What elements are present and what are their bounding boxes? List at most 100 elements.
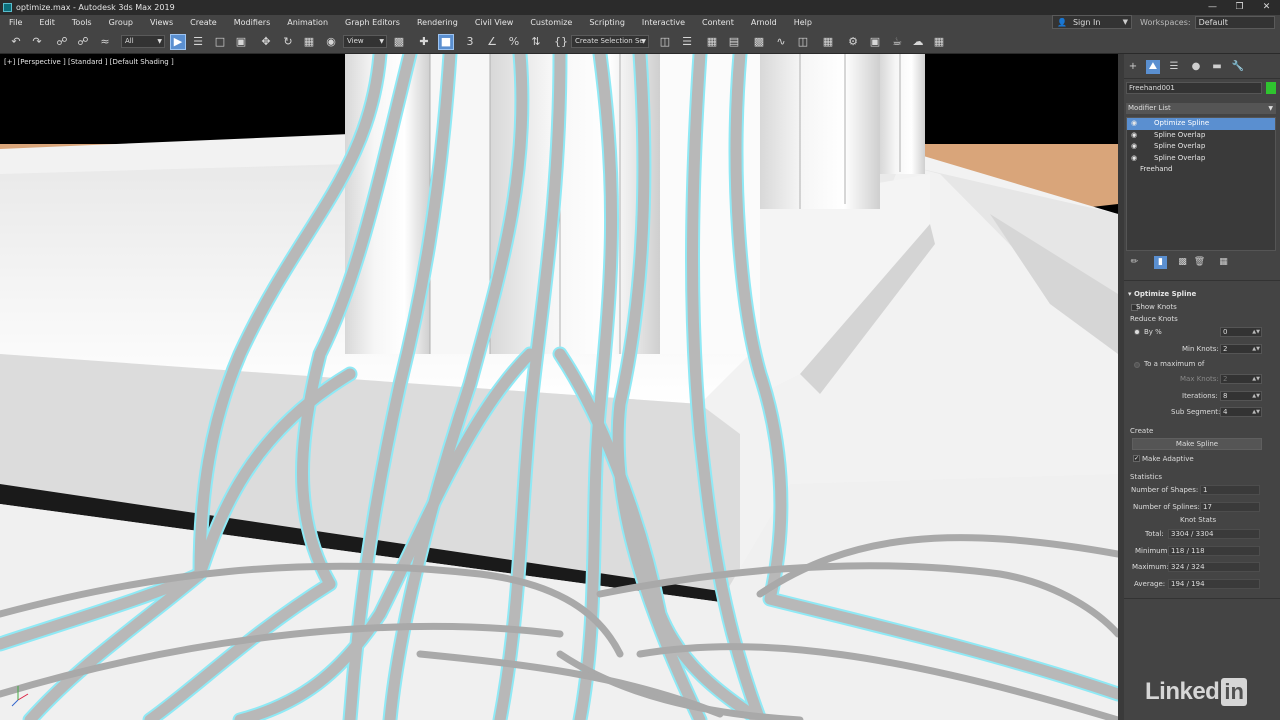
restore-button[interactable]: ❐ [1226, 0, 1253, 15]
stack-item-spline-overlap[interactable]: ◉ Spline Overlap [1127, 153, 1275, 165]
ribbon-toggle-icon[interactable]: ▩ [751, 34, 767, 50]
minimize-button[interactable]: — [1199, 0, 1226, 15]
spinner-arrows-icon[interactable]: ▲▼ [1252, 392, 1260, 400]
by-percent-spinner[interactable]: 0 ▲▼ [1220, 327, 1262, 337]
link-icon[interactable]: ☍ [54, 34, 70, 50]
schematic-view-icon[interactable]: ◫ [795, 34, 811, 50]
by-percent-radio[interactable] [1134, 329, 1140, 335]
render-production-icon[interactable]: ☕ [889, 34, 905, 50]
spinner-arrows-icon[interactable]: ▲▼ [1252, 375, 1260, 383]
rendered-frame-window-icon[interactable]: ▣ [867, 34, 883, 50]
eye-icon[interactable]: ◉ [1131, 130, 1141, 141]
sub-segment-spinner[interactable]: 4 ▲▼ [1220, 407, 1262, 417]
place-icon[interactable]: ◉ [323, 34, 339, 50]
rollout-optimize-spline[interactable]: ▾ Optimize Spline [1128, 290, 1196, 298]
hierarchy-tab-icon[interactable]: ☰ [1167, 60, 1181, 74]
select-object-icon[interactable]: ▶ [170, 34, 186, 50]
menu-modifiers[interactable]: Modifiers [225, 15, 279, 30]
min-knots-value: 2 [1223, 345, 1228, 353]
eye-icon[interactable]: ◉ [1131, 118, 1141, 129]
menu-create[interactable]: Create [181, 15, 225, 30]
spinner-arrows-icon[interactable]: ▲▼ [1252, 345, 1260, 353]
select-by-name-icon[interactable]: ☰ [190, 34, 206, 50]
eye-icon[interactable]: ◉ [1131, 141, 1141, 152]
show-end-result-icon[interactable]: ▮ [1154, 256, 1167, 269]
redo-icon[interactable]: ↷ [29, 34, 45, 50]
render-setup-icon[interactable]: ⚙ [845, 34, 861, 50]
stack-item-optimize-spline[interactable]: ◉ Optimize Spline [1127, 118, 1275, 130]
menu-scripting[interactable]: Scripting [580, 15, 633, 30]
select-manipulate-icon[interactable]: ✚ [416, 34, 432, 50]
make-spline-button[interactable]: Make Spline [1132, 438, 1262, 450]
menu-arnold[interactable]: Arnold [742, 15, 785, 30]
modifier-list-dropdown[interactable]: Modifier List ▼ [1126, 103, 1276, 114]
named-selection-select[interactable]: Create Selection Se ▼ [571, 35, 649, 48]
scene-explorer-icon[interactable]: ▦ [704, 34, 720, 50]
menu-views[interactable]: Views [141, 15, 181, 30]
modify-tab-icon[interactable]: ⛰ [1146, 60, 1160, 74]
menu-edit[interactable]: Edit [30, 15, 63, 30]
percent-snap-icon[interactable]: % [506, 34, 522, 50]
pin-stack-icon[interactable]: ✏ [1128, 256, 1141, 269]
max-knots-spinner[interactable]: 2 ▲▼ [1220, 374, 1262, 384]
object-color-swatch[interactable] [1266, 82, 1276, 94]
curve-editor-icon[interactable]: ∿ [773, 34, 789, 50]
menu-content[interactable]: Content [693, 15, 742, 30]
undo-icon[interactable]: ↶ [8, 34, 24, 50]
stack-item-spline-overlap[interactable]: ◉ Spline Overlap [1127, 130, 1275, 142]
scale-icon[interactable]: ▦ [301, 34, 317, 50]
menu-customize[interactable]: Customize [521, 15, 580, 30]
rectangular-selection-icon[interactable]: □ [212, 34, 228, 50]
snaps-toggle-icon[interactable]: 3 [462, 34, 478, 50]
menu-tools[interactable]: Tools [63, 15, 100, 30]
spinner-snap-icon[interactable]: ⇅ [528, 34, 544, 50]
workspaces-select[interactable]: Default [1194, 16, 1275, 29]
object-name-field[interactable]: Freehand001 [1126, 82, 1262, 94]
menu-animation[interactable]: Animation [278, 15, 336, 30]
angle-snap-icon[interactable]: ∠ [484, 34, 500, 50]
menu-group[interactable]: Group [100, 15, 141, 30]
remove-modifier-icon[interactable]: 🗑 [1193, 256, 1206, 269]
spinner-arrows-icon[interactable]: ▲▼ [1252, 408, 1260, 416]
unlink-icon[interactable]: ☍ [75, 34, 91, 50]
menu-interactive[interactable]: Interactive [633, 15, 693, 30]
menu-graph-editors[interactable]: Graph Editors [336, 15, 408, 30]
utilities-tab-icon[interactable]: 🔧 [1231, 60, 1245, 74]
render-in-cloud-icon[interactable]: ☁ [910, 34, 926, 50]
pivot-center-icon[interactable]: ▩ [391, 34, 407, 50]
edit-named-selection-icon[interactable]: {} [553, 34, 569, 50]
a360-gallery-icon[interactable]: ▦ [931, 34, 947, 50]
close-button[interactable]: ✕ [1253, 0, 1280, 15]
layer-explorer-icon[interactable]: ▤ [726, 34, 742, 50]
stack-item-spline-overlap[interactable]: ◉ Spline Overlap [1127, 141, 1275, 153]
min-knots-spinner[interactable]: 2 ▲▼ [1220, 344, 1262, 354]
create-tab-icon[interactable]: + [1126, 60, 1140, 74]
motion-tab-icon[interactable]: ● [1189, 60, 1203, 74]
menu-rendering[interactable]: Rendering [408, 15, 466, 30]
rotate-icon[interactable]: ↻ [280, 34, 296, 50]
make-adaptive-checkbox[interactable]: ✓ [1133, 455, 1140, 462]
stack-item-freehand[interactable]: Freehand [1127, 164, 1275, 176]
menu-file[interactable]: File [0, 15, 30, 30]
configure-modifier-sets-icon[interactable]: ▦ [1217, 256, 1230, 269]
mirror-icon[interactable]: ◫ [657, 34, 673, 50]
eye-icon[interactable]: ◉ [1131, 153, 1141, 164]
spinner-arrows-icon[interactable]: ▲▼ [1252, 328, 1260, 336]
display-tab-icon[interactable]: ▬ [1210, 60, 1224, 74]
sign-in-dropdown[interactable]: 👤 Sign In ▼ [1052, 15, 1132, 29]
align-icon[interactable]: ☰ [679, 34, 695, 50]
iterations-spinner[interactable]: 8 ▲▼ [1220, 391, 1262, 401]
move-icon[interactable]: ✥ [258, 34, 274, 50]
material-editor-icon[interactable]: ▦ [820, 34, 836, 50]
window-crossing-icon[interactable]: ▣ [233, 34, 249, 50]
to-maximum-radio[interactable] [1134, 362, 1140, 368]
make-unique-icon[interactable]: ▩ [1176, 256, 1189, 269]
viewport-label[interactable]: [+] [Perspective ] [Standard ] [Default … [4, 58, 174, 66]
reference-coord-select[interactable]: View ▼ [343, 35, 387, 48]
keyboard-shortcut-override-icon[interactable]: ■ [438, 34, 454, 50]
selection-filter-select[interactable]: All ▼ [121, 35, 165, 48]
bind-space-warp-icon[interactable]: ≈ [97, 34, 113, 50]
perspective-viewport[interactable]: [+] [Perspective ] [Standard ] [Default … [0, 54, 1118, 720]
menu-help[interactable]: Help [785, 15, 820, 30]
menu-civil-view[interactable]: Civil View [466, 15, 522, 30]
